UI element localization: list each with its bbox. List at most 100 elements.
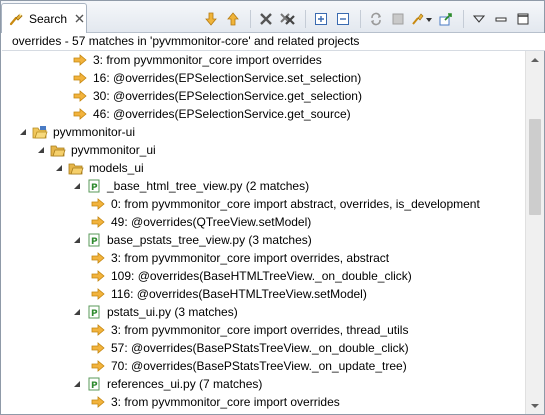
match-arrow-icon bbox=[90, 214, 106, 230]
tree-item-label: 0: from pyvmmonitor_core import abstract… bbox=[111, 197, 480, 211]
tree-item-label: 109: @overrides(BaseHTMLTreeView._on_dou… bbox=[111, 269, 412, 283]
scroll-down-arrow-icon[interactable] bbox=[526, 397, 544, 414]
match-row[interactable]: 57: @overrides(BasePStatsTreeView._on_do… bbox=[90, 339, 409, 357]
search-view: Search overrides - 57 matches in 'pyvmmo… bbox=[0, 0, 545, 415]
match-row[interactable]: 0: from pyvmmonitor_core import abstract… bbox=[90, 195, 480, 213]
match-row[interactable]: 30: @overrides(EPSelectionService.get_se… bbox=[72, 87, 362, 105]
match-arrow-icon bbox=[90, 322, 106, 338]
search-tab-label: Search bbox=[29, 11, 68, 26]
match-row[interactable]: 3: from pyvmmonitor_core import override… bbox=[72, 51, 322, 69]
expand-collapse-twisty-icon[interactable] bbox=[72, 235, 82, 245]
run-current-search-again-icon[interactable] bbox=[366, 9, 386, 29]
tree-item-label: 3: from pyvmmonitor_core import override… bbox=[111, 395, 340, 409]
toolbar-separator bbox=[305, 10, 306, 28]
tree-item-label: 30: @overrides(EPSelectionService.get_se… bbox=[93, 89, 362, 103]
toolbar-separator bbox=[463, 10, 464, 28]
match-row[interactable]: 70: @overrides(BasePStatsTreeView._on_up… bbox=[90, 357, 407, 375]
match-row[interactable]: 49: @overrides(QTreeView.setModel) bbox=[90, 213, 311, 231]
python-module-icon: P bbox=[86, 304, 102, 320]
toolbar-separator bbox=[250, 10, 251, 28]
tree-item-label: 46: @overrides(EPSelectionService.get_so… bbox=[93, 107, 351, 121]
tree-item-label: 3: from pyvmmonitor_core import override… bbox=[111, 251, 390, 265]
tree-node-folder[interactable]: pyvmmonitor_ui bbox=[36, 141, 156, 159]
svg-text:P: P bbox=[91, 237, 98, 247]
python-module-icon: P bbox=[86, 376, 102, 392]
match-arrow-icon bbox=[72, 52, 88, 68]
package-folder-icon bbox=[68, 160, 84, 176]
tree-item-label: 3: from pyvmmonitor_core import override… bbox=[111, 323, 409, 337]
tree-item-label: _base_html_tree_view.py (2 matches) bbox=[107, 179, 310, 193]
pin-search-view-icon[interactable] bbox=[436, 9, 456, 29]
tree-item-label: pstats_ui.py (3 matches) bbox=[107, 305, 238, 319]
expand-collapse-twisty-icon[interactable] bbox=[18, 127, 28, 137]
expand-all-icon[interactable] bbox=[311, 9, 331, 29]
svg-text:P: P bbox=[91, 183, 98, 193]
package-folder-icon bbox=[50, 142, 66, 158]
scroll-up-arrow-icon[interactable] bbox=[526, 51, 544, 68]
minimize-icon[interactable] bbox=[491, 9, 511, 29]
match-row[interactable]: 46: @overrides(EPSelectionService.get_so… bbox=[72, 105, 351, 123]
match-arrow-icon bbox=[90, 394, 106, 410]
maximize-icon[interactable] bbox=[513, 9, 533, 29]
tree-node-folder[interactable]: models_ui bbox=[54, 159, 144, 177]
svg-text:P: P bbox=[91, 309, 98, 319]
match-arrow-icon bbox=[90, 286, 106, 302]
match-arrow-icon bbox=[90, 250, 106, 266]
view-menu-icon[interactable] bbox=[469, 9, 489, 29]
scrollbar-thumb[interactable] bbox=[529, 119, 541, 215]
match-arrow-icon bbox=[72, 88, 88, 104]
project-folder-icon bbox=[32, 124, 48, 140]
search-summary-label: overrides - 57 matches in 'pyvmmonitor-c… bbox=[2, 33, 545, 51]
expand-collapse-twisty-icon[interactable] bbox=[54, 163, 64, 173]
expand-collapse-twisty-icon[interactable] bbox=[36, 145, 46, 155]
tree-node-module[interactable]: Preferences_ui.py (7 matches) bbox=[72, 375, 262, 393]
tree-item-label: references_ui.py (7 matches) bbox=[107, 377, 263, 391]
collapse-all-icon[interactable] bbox=[333, 9, 353, 29]
match-row[interactable]: 3: from pyvmmonitor_core import override… bbox=[90, 393, 340, 411]
remove-all-matches-icon[interactable] bbox=[278, 9, 298, 29]
toolbar-separator bbox=[360, 10, 361, 28]
tree-item-label: 3: from pyvmmonitor_core import override… bbox=[93, 53, 322, 67]
remove-selected-matches-icon[interactable] bbox=[256, 9, 276, 29]
expand-collapse-twisty-icon[interactable] bbox=[72, 307, 82, 317]
match-row[interactable]: 109: @overrides(BaseHTMLTreeView._on_dou… bbox=[90, 267, 412, 285]
svg-text:P: P bbox=[91, 381, 98, 391]
tree-item-label: 70: @overrides(BasePStatsTreeView._on_up… bbox=[111, 359, 407, 373]
match-arrow-icon bbox=[90, 358, 106, 374]
search-results-tree[interactable]: 3: from pyvmmonitor_core import override… bbox=[2, 51, 525, 414]
expand-collapse-twisty-icon[interactable] bbox=[72, 181, 82, 191]
tree-item-label: models_ui bbox=[89, 161, 144, 175]
expand-collapse-twisty-icon[interactable] bbox=[72, 379, 82, 389]
tree-node-module[interactable]: P _base_html_tree_view.py (2 matches) bbox=[72, 177, 309, 195]
tree-item-label: 49: @overrides(QTreeView.setModel) bbox=[111, 215, 312, 229]
tree-node-module[interactable]: Ppstats_ui.py (3 matches) bbox=[72, 303, 238, 321]
close-x-icon[interactable] bbox=[73, 13, 85, 25]
match-arrow-icon bbox=[72, 70, 88, 86]
match-row[interactable]: 16: @overrides(EPSelectionService.set_se… bbox=[72, 69, 361, 87]
match-arrow-icon bbox=[90, 268, 106, 284]
tree-item-label: 16: @overrides(EPSelectionService.set_se… bbox=[93, 71, 362, 85]
search-view-toolbar bbox=[201, 9, 535, 29]
tree-item-label: pyvmmonitor_ui bbox=[71, 143, 156, 157]
tree-node-project[interactable]: pyvmmonitor-ui bbox=[18, 123, 135, 141]
tree-item-label: base_pstats_tree_view.py (3 matches) bbox=[107, 233, 312, 247]
match-arrow-icon bbox=[90, 340, 106, 356]
match-row[interactable]: 3: from pyvmmonitor_core import override… bbox=[90, 321, 408, 339]
match-arrow-icon bbox=[72, 106, 88, 122]
search-tab[interactable]: Search bbox=[1, 3, 87, 33]
tree-item-label: 116: @overrides(BaseHTMLTreeView.setMode… bbox=[111, 287, 367, 301]
cancel-search-icon[interactable] bbox=[388, 9, 408, 29]
match-row[interactable]: 3: from pyvmmonitor_core import override… bbox=[90, 249, 389, 267]
tree-node-module[interactable]: Pbase_pstats_tree_view.py (3 matches) bbox=[72, 231, 312, 249]
vertical-scrollbar[interactable] bbox=[525, 51, 544, 414]
tree-item-label: pyvmmonitor-ui bbox=[53, 125, 136, 139]
match-arrow-icon bbox=[90, 196, 106, 212]
tree-item-label: 57: @overrides(BasePStatsTreeView._on_do… bbox=[111, 341, 409, 355]
next-match-arrow-down-icon[interactable] bbox=[201, 9, 221, 29]
previous-match-arrow-up-icon[interactable] bbox=[223, 9, 243, 29]
view-tab-bar: Search bbox=[1, 1, 544, 33]
search-flashlight-icon bbox=[8, 11, 24, 27]
match-row[interactable]: 116: @overrides(BaseHTMLTreeView.setMode… bbox=[90, 285, 367, 303]
search-history-icon[interactable] bbox=[410, 9, 434, 29]
python-module-icon: P bbox=[86, 232, 102, 248]
